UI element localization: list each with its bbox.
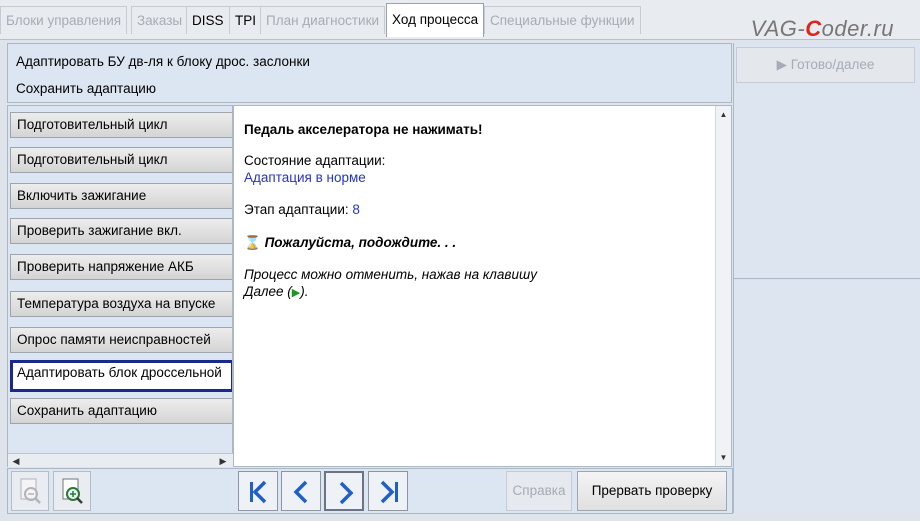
tab-special-functions[interactable]: Специальные функции (484, 6, 641, 34)
steps-horizontal-scrollbar[interactable]: ◀ ▶ (8, 453, 233, 467)
tab-orders[interactable]: Заказы (131, 6, 189, 34)
abort-check-button[interactable]: Прервать проверку (577, 471, 727, 511)
scroll-up-icon[interactable]: ▲ (718, 109, 729, 120)
cancel-hint-line2: Далее (▶). (244, 284, 309, 299)
tab-bar: Блоки управления Заказы DISS TPI План ди… (0, 0, 920, 41)
content-vertical-scrollbar[interactable]: ▲ ▼ (715, 106, 731, 466)
brand-logo: VAG-Coder.ru (750, 16, 894, 41)
tab-control-units[interactable]: Блоки управления (0, 6, 128, 34)
adaptation-stage-value: 8 (352, 202, 360, 217)
step-item[interactable]: Опрос памяти неисправностей (10, 327, 232, 353)
step-item[interactable]: Подготовительный цикл (10, 112, 232, 138)
skip-last-icon (380, 480, 398, 504)
bottom-toolbar: Справка Прервать проверку (7, 468, 733, 514)
zoom-out-button[interactable] (11, 471, 49, 511)
nav-first-button[interactable] (238, 471, 278, 511)
right-panel: ▶ Готово/далее (733, 43, 920, 513)
warning-text: Педаль акселератора не нажимать! (244, 122, 483, 137)
wait-message: ⌛ Пожалуйста, подождите. . . (244, 235, 457, 250)
adaptation-state-label: Состояние адаптации: (244, 153, 386, 168)
step-item[interactable]: Проверить зажигание вкл. (10, 218, 232, 244)
step-item[interactable]: Проверить напряжение АКБ (10, 254, 232, 280)
nav-last-button[interactable] (368, 471, 408, 511)
tab-diagnostic-plan[interactable]: План диагностики (260, 6, 386, 34)
zoom-in-icon (62, 478, 83, 504)
step-item[interactable]: Подготовительный цикл (10, 147, 232, 173)
zoom-out-icon (20, 478, 41, 504)
help-button[interactable]: Справка (506, 471, 572, 511)
scroll-left-icon[interactable]: ◀ (10, 455, 22, 467)
steps-list: Подготовительный цикл Подготовительный ц… (7, 105, 233, 467)
step-item[interactable]: Сохранить адаптацию (10, 398, 232, 424)
skip-first-icon (250, 480, 267, 504)
tab-diss[interactable]: DISS (186, 6, 230, 34)
chevron-right-icon (339, 481, 354, 505)
zoom-in-button[interactable] (53, 471, 91, 511)
scroll-down-icon[interactable]: ▼ (718, 452, 729, 463)
procedure-subtitle: Сохранить адаптацию (16, 81, 156, 96)
adaptation-stage-label: Этап адаптации: (244, 202, 349, 217)
step-item[interactable]: Включить зажигание (10, 183, 232, 209)
process-content: Педаль акселератора не нажимать! Состоян… (233, 105, 732, 467)
tab-process[interactable]: Ход процесса (386, 3, 485, 37)
nav-previous-button[interactable] (281, 471, 321, 511)
adaptation-state-value: Адаптация в норме (244, 170, 366, 185)
adaptation-stage: Этап адаптации: 8 (244, 202, 360, 217)
hourglass-icon: ⌛ (244, 235, 261, 250)
procedure-header: Адаптировать БУ дв-ля к блоку дрос. засл… (7, 43, 732, 103)
step-item-active[interactable]: Адаптировать блок дроссельной (10, 360, 232, 392)
cancel-hint-line1: Процесс можно отменить, нажав на клавишу (244, 267, 537, 282)
scroll-right-icon[interactable]: ▶ (217, 455, 229, 467)
right-panel-top: ▶ Готово/далее (734, 43, 920, 279)
tab-tpi[interactable]: TPI (229, 6, 263, 34)
done-next-button[interactable]: ▶ Готово/далее (736, 47, 915, 83)
play-icon: ▶ (291, 287, 301, 299)
right-panel-bottom (734, 280, 920, 513)
step-item[interactable]: Температура воздуха на впуске (10, 291, 232, 317)
nav-next-button[interactable] (324, 471, 364, 511)
chevron-left-icon (293, 480, 308, 504)
procedure-title: Адаптировать БУ дв-ля к блоку дрос. засл… (16, 54, 310, 69)
app-window: Блоки управления Заказы DISS TPI План ди… (0, 0, 920, 521)
